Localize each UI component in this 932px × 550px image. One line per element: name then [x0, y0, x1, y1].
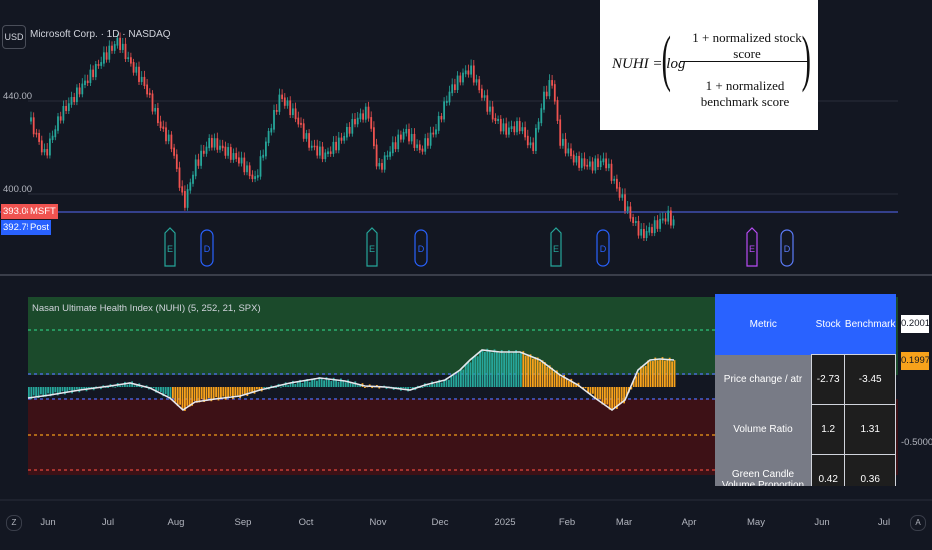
indicator-level-label: -0.5000 [901, 437, 932, 448]
formula-right-paren: ) [801, 25, 811, 93]
metric-name: Price change / atr [715, 354, 812, 405]
metric-stock-value: 0.42 [810, 454, 846, 486]
time-axis-label: Aug [168, 517, 185, 528]
time-axis-label: Apr [682, 517, 697, 528]
symbol-title: Microsoft Corp. · 1D · NASDAQ [30, 29, 171, 40]
formula-panel: NUHI = log ( 1 + normalized stock score … [600, 0, 818, 130]
time-axis-label: Nov [370, 517, 387, 528]
time-axis-label: Feb [559, 517, 575, 528]
price-label-high: 440.00 [3, 91, 33, 102]
table-row: Price change / atr -2.73 -3.45 [715, 354, 896, 405]
time-axis: Jun Jul Aug Sep Oct Nov Dec 2025 Feb Mar Apr May Jun… [40, 517, 890, 528]
svg-text:D: D [418, 244, 425, 254]
ticker-badge: MSFT [28, 204, 58, 219]
time-axis-label: May [747, 517, 765, 528]
time-axis-label: Jun [40, 517, 55, 528]
metric-benchmark-value: 0.36 [844, 454, 896, 486]
time-axis-label: Oct [299, 517, 314, 528]
header-stock: Stock [811, 294, 845, 355]
time-axis-label: Sep [235, 517, 252, 528]
metric-stock-value: -2.73 [810, 354, 846, 405]
price-label-low: 400.00 [3, 184, 33, 195]
indicator-value-badge-2: 0.1997 [901, 352, 930, 370]
formula-left-paren: ( [661, 25, 671, 93]
svg-text:E: E [167, 244, 173, 254]
metric-stock-value: 1.2 [810, 404, 846, 455]
svg-text:D: D [204, 244, 211, 254]
currency-button[interactable]: USD [2, 25, 26, 49]
formula-denominator: 1 + normalized benchmark score [700, 78, 790, 109]
time-axis-label: Mar [616, 517, 632, 528]
metric-name: Volume Ratio [715, 404, 812, 455]
header-metric: Metric [715, 294, 812, 355]
svg-text:D: D [600, 244, 607, 254]
post-label-badge: Post [28, 220, 52, 235]
time-axis-label: Dec [432, 517, 449, 528]
formula-fraction-bar [680, 61, 808, 62]
header-benchmark: Benchmark [844, 294, 896, 355]
svg-text:E: E [749, 244, 755, 254]
metrics-table: Metric Stock Benchmark Price change / at… [715, 294, 896, 486]
event-markers: EDEDEDED [164, 227, 794, 267]
metric-name: Green Candle Volume Proportion [715, 454, 812, 486]
table-row: Volume Ratio 1.2 1.31 [715, 404, 896, 455]
time-axis-label: Jul [878, 517, 890, 528]
time-axis-label: 2025 [494, 517, 515, 528]
zoom-button[interactable]: Z [6, 515, 22, 531]
svg-text:E: E [553, 244, 559, 254]
formula-lhs: NUHI = log [612, 56, 686, 72]
formula-numerator: 1 + normalized stock score [692, 30, 802, 61]
table-row: Green Candle Volume Proportion 0.42 0.36 [715, 454, 896, 486]
indicator-value-badge-1: 0.2001 [901, 315, 930, 333]
time-axis-label: Jul [102, 517, 114, 528]
candlestick-series [30, 32, 675, 242]
svg-text:D: D [784, 244, 791, 254]
metrics-header-row: Metric Stock Benchmark [715, 294, 896, 355]
time-axis-label: Jun [814, 517, 829, 528]
indicator-title[interactable]: Nasan Ultimate Health Index (NUHI) (5, 2… [32, 303, 261, 314]
svg-text:E: E [369, 244, 375, 254]
metric-benchmark-value: -3.45 [844, 354, 896, 405]
metric-benchmark-value: 1.31 [844, 404, 896, 455]
auto-scale-button[interactable]: A [910, 515, 926, 531]
